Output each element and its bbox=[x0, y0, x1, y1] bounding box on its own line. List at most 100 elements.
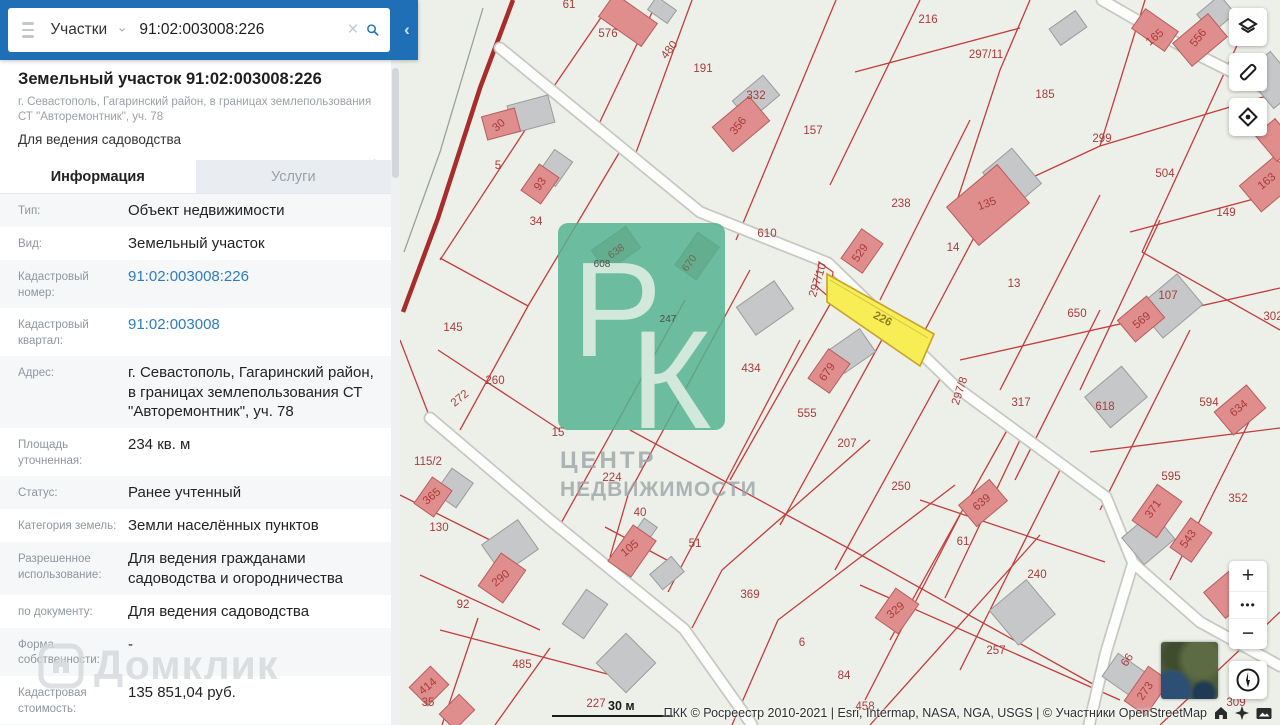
info-row-value: г. Севастополь, Гагаринский район, в гра… bbox=[128, 364, 374, 420]
info-row-label: Площадь уточненная: bbox=[18, 439, 83, 467]
zoom-in-button[interactable]: + bbox=[1229, 561, 1267, 591]
zoom-control: + ••• − bbox=[1229, 561, 1267, 649]
map-attribution: ПКК © Росреестр 2010-2021 | Esri, Interm… bbox=[664, 706, 1272, 720]
star-diamond-icon[interactable] bbox=[1235, 706, 1249, 720]
parcel-label: 13 bbox=[1008, 278, 1021, 290]
info-row-label: Форма собственности: bbox=[18, 638, 100, 667]
compass-button[interactable] bbox=[1229, 661, 1267, 699]
search-category-dropdown[interactable]: Участки bbox=[50, 21, 107, 39]
parcel-label: 610 bbox=[757, 228, 776, 240]
page-title: Земельный участок 91:02:003008:226 bbox=[18, 70, 322, 88]
map-canvas[interactable]: Р К ЦЕНТР НЕДВИЖИМОСТИ 61 576 480 191 332 356… bbox=[400, 0, 1280, 725]
svg-text:ЦЕНТР: ЦЕНТР bbox=[560, 447, 657, 474]
parcel-label: 594 bbox=[1199, 397, 1219, 409]
position-icon bbox=[1238, 107, 1258, 127]
basemap-thumbnail[interactable] bbox=[1161, 642, 1218, 699]
parcel-label: 216 bbox=[918, 14, 937, 26]
zoom-more-button[interactable]: ••• bbox=[1229, 591, 1267, 619]
ruler-icon bbox=[1239, 63, 1257, 81]
info-row-value: Ранее учтенный bbox=[128, 484, 242, 502]
parcel-label: 224 bbox=[602, 472, 622, 484]
info-row: Кадастровый номер: 91:02:003008:226 bbox=[0, 260, 391, 309]
info-row: Разрешенное использование: Для ведения гр… bbox=[0, 542, 391, 595]
info-row-value: Для ведения гражданами садоводства и ого… bbox=[128, 550, 343, 587]
menu-button[interactable] bbox=[22, 22, 35, 38]
info-row: Вид: Земельный участок bbox=[0, 227, 391, 260]
parcel-label: 149 bbox=[1216, 207, 1235, 219]
collapse-panel-button[interactable]: ‹ bbox=[400, 18, 414, 42]
parcel-usage: Для ведения садоводства bbox=[18, 131, 181, 147]
zoom-out-button[interactable]: − bbox=[1229, 619, 1267, 649]
scrollbar-thumb[interactable] bbox=[392, 68, 399, 178]
info-row: Кадастровый квартал: 91:02:003008 bbox=[0, 308, 391, 356]
info-row: Кадастровая стоимость: 135 851,04 руб. bbox=[0, 676, 391, 724]
info-row-value: 234 кв. м bbox=[128, 436, 191, 453]
layers-icon bbox=[1238, 17, 1258, 34]
info-row-value-link[interactable]: 91:02:003008 bbox=[128, 315, 391, 349]
parcel-label: 40 bbox=[634, 507, 647, 519]
info-row: Площадь уточненная: 234 кв. м bbox=[0, 428, 391, 476]
info-row-label: Кадастровый квартал: bbox=[18, 319, 89, 347]
info-row-value: Для ведения садоводства bbox=[128, 602, 310, 620]
parcel-label: 434 bbox=[741, 363, 761, 375]
parcel-label: 191 bbox=[693, 63, 712, 75]
parcel-label: 51 bbox=[689, 538, 702, 550]
sidebar-scrollbar[interactable] bbox=[391, 60, 400, 725]
parcel-label: 260 bbox=[485, 375, 504, 387]
cadastral-map-svg: Р К ЦЕНТР НЕДВИЖИМОСТИ 61576480191332356… bbox=[400, 0, 1280, 725]
info-row-value: - bbox=[128, 635, 133, 653]
parcel-label: 297/11 bbox=[969, 49, 1003, 61]
parcel-label: 145 bbox=[443, 322, 462, 334]
tab-services[interactable]: Услуги bbox=[195, 160, 391, 193]
parcel-label: 115/2 bbox=[414, 456, 442, 468]
parcel-label: 555 bbox=[797, 408, 816, 420]
screenshot-icon[interactable] bbox=[1256, 707, 1272, 720]
parcel-label: 240 bbox=[1027, 569, 1046, 581]
parcel-label: 6 bbox=[799, 637, 805, 649]
chevron-down-icon[interactable] bbox=[119, 25, 125, 35]
info-row: по документу: Для ведения садоводства bbox=[0, 595, 391, 628]
parcel-label: 576 bbox=[598, 28, 617, 40]
home-icon[interactable] bbox=[1214, 706, 1228, 720]
parcel-label: 185 bbox=[1035, 89, 1054, 101]
info-row: Тип: Объект недвижимости bbox=[0, 194, 391, 228]
parcel-label: 15 bbox=[552, 427, 565, 439]
tab-information[interactable]: Информация bbox=[0, 160, 196, 193]
info-row-value: Объект недвижимости bbox=[128, 202, 285, 219]
parcel-label: 61 bbox=[563, 0, 576, 11]
locate-button[interactable] bbox=[1229, 98, 1267, 136]
parcel-label: 92 bbox=[457, 599, 470, 611]
info-row-label: Кадастровый номер: bbox=[18, 271, 89, 299]
sidebar-panel: Земельный участок 91:02:003008:226 г. Се… bbox=[0, 0, 400, 725]
map-tools bbox=[1229, 8, 1267, 143]
search-bar: Участки × bbox=[8, 8, 390, 52]
search-icon[interactable] bbox=[366, 19, 380, 41]
parcel-label: 317 bbox=[1011, 397, 1030, 409]
info-row-value: Земельный участок bbox=[128, 235, 265, 253]
parcel-label: 14 bbox=[947, 242, 960, 254]
layers-button[interactable] bbox=[1229, 8, 1267, 46]
rk-watermark: Р К bbox=[558, 223, 725, 458]
parcel-label: 299 bbox=[1092, 133, 1111, 145]
info-row-label: Тип: bbox=[18, 205, 41, 217]
info-row: Форма собственности: - bbox=[0, 627, 391, 676]
clear-search-icon[interactable]: × bbox=[339, 19, 366, 41]
tab-bar: Информация Услуги bbox=[0, 160, 391, 194]
scale-label: 30 м bbox=[608, 699, 635, 713]
parcel-label: 61 bbox=[957, 536, 970, 548]
svg-text:НЕДВИЖИМОСТИ: НЕДВИЖИМОСТИ bbox=[560, 478, 757, 501]
info-row-value: 135 851,04 руб. bbox=[128, 684, 236, 701]
parcel-label: 504 bbox=[1155, 168, 1175, 180]
info-table: Тип: Объект недвижимости Вид: Земельный уча… bbox=[0, 194, 391, 725]
measure-button[interactable] bbox=[1229, 53, 1267, 91]
parcel-address-note: г. Севастополь, Гагаринский район, в гра… bbox=[18, 96, 372, 123]
parcel-label: 130 bbox=[429, 522, 448, 534]
parcel-label: 34 bbox=[530, 216, 543, 228]
search-input[interactable] bbox=[139, 21, 340, 39]
parcel-label: 608 bbox=[594, 259, 611, 270]
parcel-label: 595 bbox=[1161, 471, 1180, 483]
parcel-label: 332 bbox=[746, 90, 765, 102]
info-row-value-link[interactable]: 91:02:003008:226 bbox=[128, 267, 391, 301]
parcel-label: 650 bbox=[1067, 308, 1086, 320]
info-row-label: Разрешенное использование: bbox=[18, 553, 102, 581]
